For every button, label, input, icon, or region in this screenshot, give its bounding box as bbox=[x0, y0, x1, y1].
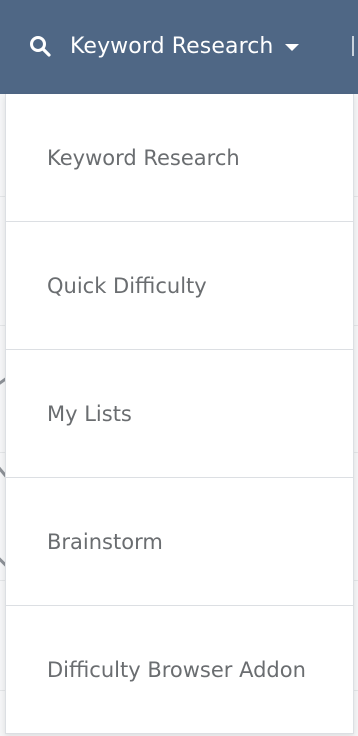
menu-item-label: Keyword Research bbox=[47, 145, 240, 170]
chevron-down-icon bbox=[285, 44, 300, 51]
menu-item-keyword-research[interactable]: Keyword Research bbox=[6, 94, 353, 222]
search-icon bbox=[30, 36, 51, 57]
menu-item-my-lists[interactable]: My Lists bbox=[6, 350, 353, 478]
menu-item-brainstorm[interactable]: Brainstorm bbox=[6, 478, 353, 606]
menu-item-quick-difficulty[interactable]: Quick Difficulty bbox=[6, 222, 353, 350]
menu-item-label: Quick Difficulty bbox=[47, 273, 207, 298]
menu-item-label: Difficulty Browser Addon bbox=[47, 658, 306, 682]
active-tool-label: Keyword Research bbox=[70, 33, 274, 59]
tool-dropdown-menu: Keyword Research Quick Difficulty My Lis… bbox=[5, 94, 354, 734]
next-nav-item-edge[interactable] bbox=[352, 36, 358, 56]
menu-item-label: My Lists bbox=[47, 401, 132, 426]
top-navigation-bar: Keyword Research bbox=[0, 0, 358, 94]
app-page: Keyword Research Keyword Research Quick … bbox=[0, 0, 358, 736]
keyword-research-menu-toggle[interactable]: Keyword Research bbox=[28, 28, 300, 64]
menu-item-label: Brainstorm bbox=[47, 529, 163, 554]
menu-item-difficulty-browser-addon[interactable]: Difficulty Browser Addon bbox=[6, 606, 353, 734]
